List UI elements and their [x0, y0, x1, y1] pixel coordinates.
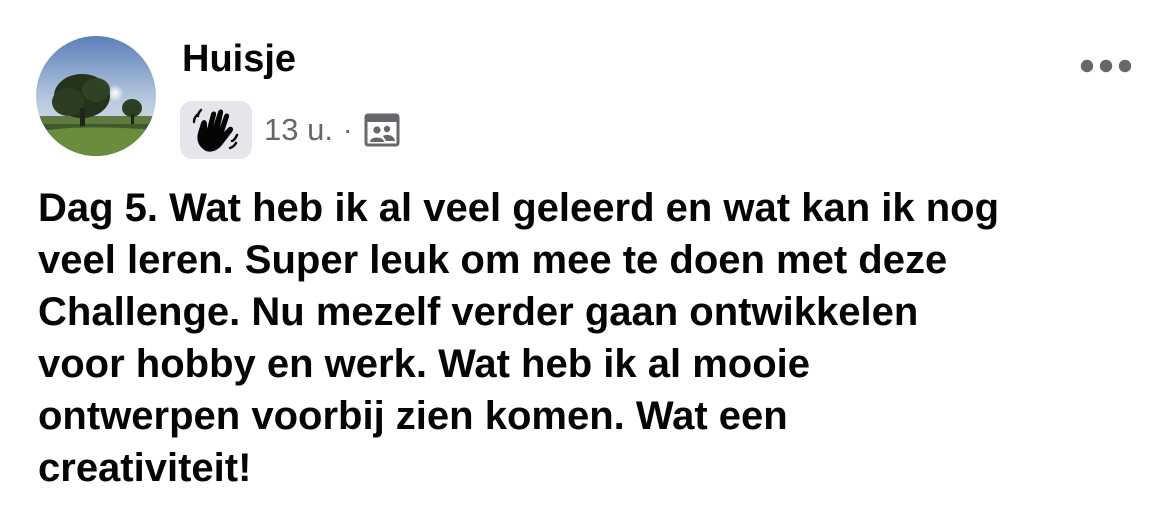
- post-text-line: Challenge. Nu mezelf verder gaan ontwikk…: [38, 290, 919, 334]
- post-text-line: veel leren. Super leuk om mee te doen me…: [38, 238, 948, 282]
- post-text-line: creativiteit!: [38, 446, 252, 490]
- post-text-line: ontwerpen voorbij zien komen. Wat een: [38, 394, 788, 438]
- meta-separator: ·: [342, 114, 353, 145]
- author-name[interactable]: Huisje: [182, 36, 296, 82]
- post-text-line: Dag 5. Wat heb ik al veel geleerd en wat…: [38, 186, 1000, 230]
- friends-icon[interactable]: [364, 113, 400, 147]
- post-card: Huisje 13 u. · Dag 5. Wat heb ik al veel…: [0, 0, 1158, 510]
- post-timestamp[interactable]: 13 u.: [264, 110, 333, 150]
- post-text: Dag 5. Wat heb ik al veel geleerd en wat…: [38, 182, 1148, 494]
- more-options-icon: [1080, 59, 1132, 73]
- more-options-button[interactable]: [1076, 48, 1136, 84]
- post-meta: 13 u. ·: [180, 100, 400, 160]
- post-text-line: voor hobby en werk. Wat heb ik al mooie: [38, 342, 810, 386]
- avatar-image: [36, 36, 156, 156]
- waving-hand-icon: [192, 108, 239, 152]
- avatar[interactable]: [36, 36, 156, 156]
- waving-hand-badge[interactable]: [180, 101, 252, 159]
